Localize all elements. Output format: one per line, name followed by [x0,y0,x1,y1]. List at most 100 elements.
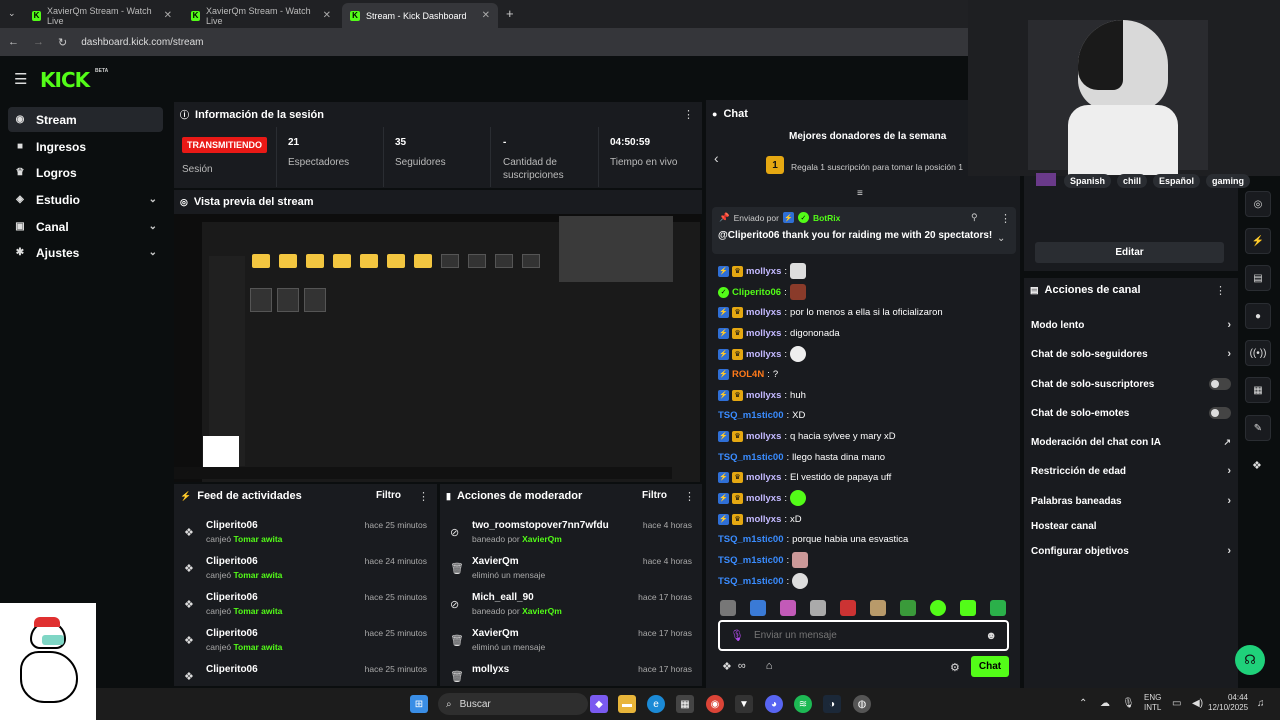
store-app-icon[interactable]: ▦ [676,695,694,713]
volume-tray-icon[interactable]: ◀) [1192,698,1203,709]
chat-username[interactable]: mollyxs [746,493,781,504]
lightning-icon[interactable]: ⚡ [1245,228,1271,254]
action-subscribers-only[interactable]: Chat de solo-suscriptores [1031,374,1231,394]
tag-chip[interactable]: Spanish [1064,174,1112,188]
browser-tab-active[interactable]: K Stream - Kick Dashboard ✕ [342,3,498,28]
toggle-switch[interactable] [1209,407,1231,419]
feed-filter-button[interactable]: Filtro [376,490,401,501]
chat-message[interactable]: TSQ_m1stic00: XD [718,407,805,423]
sidebar-item-stream[interactable]: ◉ Stream [8,107,163,132]
chat-message[interactable]: ⚡ ♛ mollyxs: por lo menos a ella si la ofi… [718,304,943,320]
windows-start-icon[interactable]: ⊞ [410,695,428,713]
chat-message[interactable]: TSQ_m1stic00: llego hasta dina mano [718,449,885,465]
action-ai-moderation[interactable]: Moderación del chat con IA ↗ [1031,432,1231,452]
chat-input-box[interactable]: 🎙 ☻ [718,620,1009,651]
list-item[interactable]: ⊘ two_roomstopover7nn7wfdu baneado por X… [440,520,702,556]
wrench-icon[interactable]: ✎ [1245,415,1271,441]
chat-username[interactable]: TSQ_m1stic00 [718,555,783,566]
chevron-left-icon[interactable]: ‹ [714,150,719,166]
back-icon[interactable]: ← [8,36,19,48]
emote-icon[interactable] [990,600,1006,616]
store-icon[interactable]: ⌂ [766,660,773,673]
chat-username[interactable]: ROL4N [732,369,764,380]
chat-icon[interactable]: ● [1245,303,1271,329]
tab-list-chevron-icon[interactable]: ⌄ [8,8,16,19]
chat-message[interactable]: ⚡ ROL4N: ? [718,366,778,382]
chat-message[interactable]: TSQ_m1stic00: porque habia una esvastica [718,531,908,547]
pin-icon[interactable]: ⚲ [971,212,978,223]
clock[interactable]: 04:44 12/10/2025 [1208,693,1248,713]
support-headset-icon[interactable]: ☊ [1235,645,1265,675]
chat-username[interactable]: Cliperito06 [732,287,781,298]
more-icon[interactable]: ⋮ [683,108,694,121]
url-field[interactable]: dashboard.kick.com/stream [81,37,203,48]
edit-button[interactable]: Editar [1035,242,1224,263]
toggle-switch[interactable] [1209,378,1231,390]
chat-message[interactable]: ⚡ ♛ mollyxs: [718,490,807,506]
sidebar-item-estudio[interactable]: ◈ Estudio ⌄ [8,187,163,212]
action-set-goals[interactable]: Configurar objetivos › [1031,541,1231,561]
close-icon[interactable]: ✕ [323,10,331,21]
chat-message[interactable]: ✓ Cliperito06: [718,284,806,300]
scan-icon[interactable]: ◎ [1245,191,1271,217]
emoji-icon[interactable]: ☻ [985,630,997,642]
obs-icon[interactable]: ◍ [853,695,871,713]
mod-filter-button[interactable]: Filtro [642,490,667,501]
chat-message[interactable]: ⚡ ♛ mollyxs: El vestido de papaya uff [718,469,891,485]
chat-message[interactable]: ⚡ ♛ mollyxs: digononada [718,325,840,341]
tag-chip[interactable]: gaming [1206,174,1251,188]
browser-tab[interactable]: K XavierQm Stream - Watch Live ✕ [24,3,180,28]
chevron-up-icon[interactable]: ⌃ [1079,698,1087,709]
tag-chip[interactable]: chill [1117,174,1148,188]
list-item[interactable]: ❖ Cliperito06 canjeó Tomar awita hace 25… [174,592,437,628]
new-tab-icon[interactable]: + [506,6,514,21]
chat-username[interactable]: mollyxs [746,390,781,401]
action-followers-only[interactable]: Chat de solo-seguidores › [1031,344,1231,364]
list-item[interactable]: ❖ Cliperito06 hace 25 minutos [174,664,437,684]
chat-settings-icon[interactable]: ⚙ [950,661,960,674]
chat-username[interactable]: mollyxs [746,472,781,483]
list-item[interactable]: 🗑 mollyxs hace 17 horas [440,664,702,684]
microphone-icon[interactable]: 🎙 [730,629,744,642]
chat-username[interactable]: mollyxs [746,328,781,339]
steam-icon[interactable]: ◑ [823,695,841,713]
taskbar-search[interactable]: ⌕ Buscar [438,693,588,715]
close-icon[interactable]: ✕ [482,10,490,21]
chat-message[interactable]: TSQ_m1stic00: [718,552,809,568]
chat-message[interactable]: TSQ_m1stic00: [718,573,809,589]
forward-icon[interactable]: → [33,36,44,48]
app-icon[interactable]: ▼ [735,695,753,713]
chat-message[interactable]: ⚡ ♛ mollyxs: xD [718,511,802,527]
more-icon[interactable]: ⋮ [1215,284,1226,297]
list-item[interactable]: ⊘ Mich_eall_90 baneado por XavierQm hace… [440,592,702,628]
browser-tab[interactable]: K XavierQm Stream - Watch Live ✕ [183,3,339,28]
chat-message[interactable]: ⚡ ♛ mollyxs: q hacia sylvee y mary xD [718,428,896,444]
emote-icon[interactable] [720,600,736,616]
list-item[interactable]: ❖ Cliperito06 canjeó Tomar awita hace 25… [174,628,437,664]
chat-username[interactable]: TSQ_m1stic00 [718,534,783,545]
emote-icon[interactable] [870,600,886,616]
action-host-channel[interactable]: Hostear canal [1031,516,1231,536]
reload-icon[interactable]: ↻ [58,36,67,49]
chat-username[interactable]: mollyxs [746,307,781,318]
list-item[interactable]: ❖ Cliperito06 canjeó Tomar awita hace 25… [174,520,437,556]
more-icon[interactable]: ⋮ [684,490,695,503]
emote-icon[interactable] [750,600,766,616]
emote-icon[interactable] [960,600,976,616]
sidebar-item-ajustes[interactable]: ✱ Ajustes ⌄ [8,240,163,265]
list-item[interactable]: 🗑 XavierQm eliminó un mensaje hace 4 hor… [440,556,702,592]
send-chat-button[interactable]: Chat [971,656,1009,677]
layout-icon[interactable]: ▦ [1245,377,1271,403]
list-item[interactable]: 🗑 XavierQm eliminó un mensaje hace 17 ho… [440,628,702,664]
filter-lines-icon[interactable]: ≡ [857,188,863,199]
action-slow-mode[interactable]: Modo lento › [1031,315,1231,335]
kick-logo[interactable]: KICK [40,68,90,92]
action-banned-words[interactable]: Palabras baneadas › [1031,491,1231,511]
language-indicator[interactable]: ENG INTL [1144,693,1161,713]
chat-username[interactable]: TSQ_m1stic00 [718,452,783,463]
more-icon[interactable]: ⋮ [418,490,429,503]
stream-preview[interactable] [174,214,701,482]
chat-username[interactable]: mollyxs [746,266,781,277]
chat-username[interactable]: TSQ_m1stic00 [718,576,783,587]
chevron-down-icon[interactable]: ⌄ [997,233,1005,244]
